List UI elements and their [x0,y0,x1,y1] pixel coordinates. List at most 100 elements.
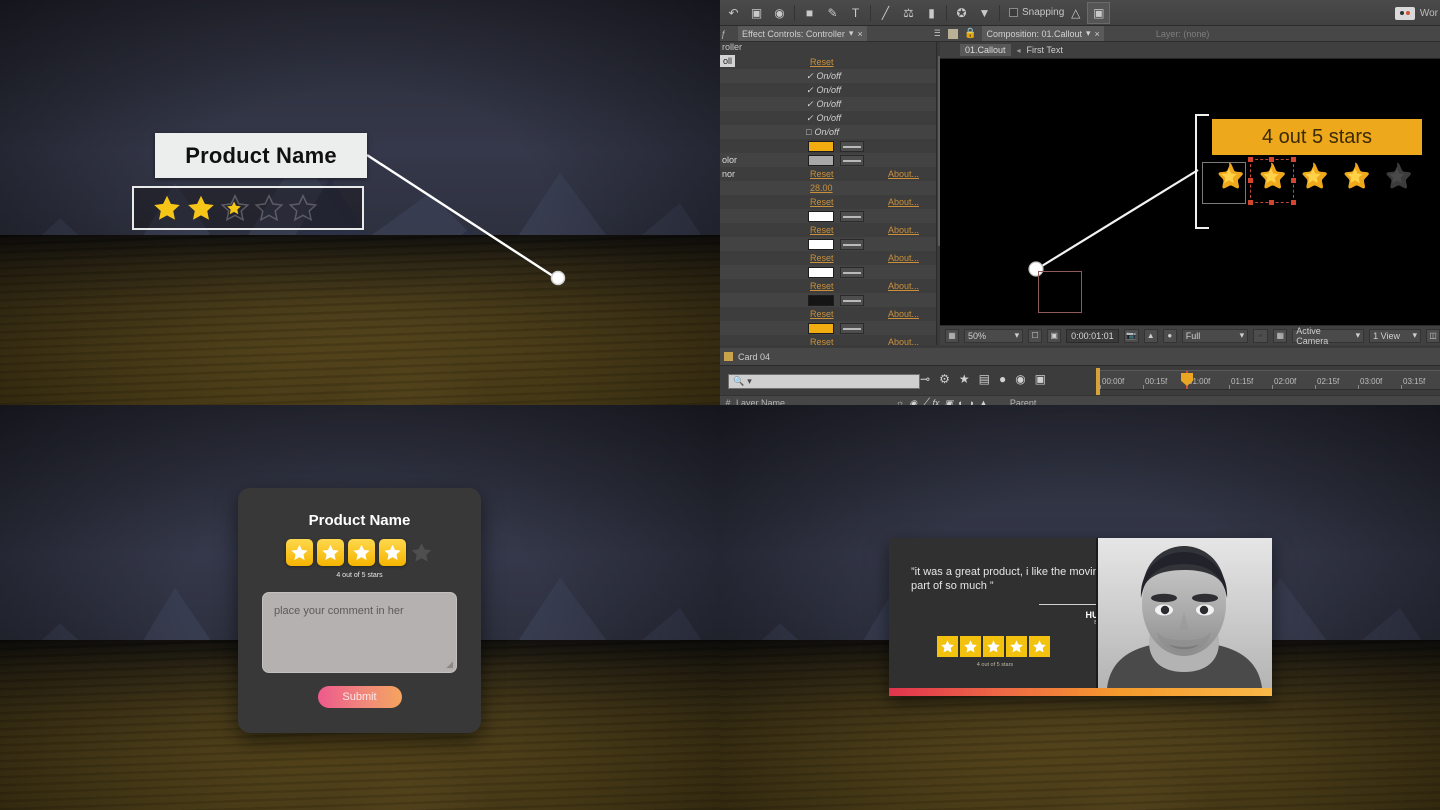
resolution-select[interactable]: Full ▾ [1181,328,1249,343]
composition-viewer[interactable]: 4 out 5 stars [940,59,1440,325]
grid-icon[interactable]: ▦ [945,328,959,343]
snapping-control[interactable]: Snapping [1009,7,1064,18]
submit-button[interactable]: Submit [317,686,402,708]
lock-icon[interactable]: 🔒 [964,28,976,39]
effect-row[interactable]: ✓ On/off [720,111,947,125]
puppet-pin-icon[interactable]: ▼ [973,2,996,24]
close-icon[interactable]: × [857,29,862,39]
eyedropper-icon[interactable] [840,294,864,306]
timeline-panel[interactable]: 🔍 ▾ ⊸ ⚙ ★ ▤ ● ◉ ▣ 00:00f 00:15f 01:00f 01:1… [720,366,1440,405]
shape-tool-icon[interactable]: ■ [798,2,821,24]
clone-stamp-icon[interactable]: ⚖ [897,2,920,24]
close-icon[interactable]: × [1095,29,1100,39]
motion-blur-icon[interactable]: ● [999,372,1006,386]
channels-icon[interactable]: ● [1162,328,1177,343]
reset-link[interactable]: Reset [810,281,834,291]
tab-effect-controls[interactable]: Effect Controls: Controller ▾ × [738,26,867,41]
comment-textarea[interactable]: place your comment in her ◢ [262,592,457,673]
effect-row[interactable] [720,293,947,307]
composition-mini-flowchart-icon[interactable]: ⊸ [920,372,930,386]
color-swatch[interactable] [808,294,834,306]
solo-icon[interactable]: ╱ [922,398,927,406]
chevron-down-icon[interactable]: ▾ [1240,330,1245,341]
effect-row[interactable]: ✓ On/off [720,97,947,111]
effect-row[interactable]: Reset About... [720,279,947,293]
transparency-grid-icon[interactable]: ▦ [1273,328,1288,343]
color-swatch[interactable] [808,266,834,278]
star-filled[interactable] [317,539,344,566]
reset-link[interactable]: Reset [810,253,834,263]
toggle-mask-icon[interactable]: ◾ [1253,328,1269,343]
effect-row[interactable]: □ On/off [720,125,947,139]
adjust-icon[interactable]: ◑ [969,398,974,406]
3d-icon[interactable]: ▲ [979,398,988,406]
current-time-indicator[interactable] [1181,371,1193,389]
effect-row[interactable] [720,209,947,223]
color-swatch[interactable] [808,238,834,250]
layout-icon[interactable]: ◫ [1425,328,1440,343]
review-star-rating[interactable] [238,539,481,566]
eyedropper-icon[interactable] [840,154,864,166]
color-swatch[interactable] [808,154,834,166]
snapping-checkbox[interactable] [1009,8,1018,17]
timeline-ruler[interactable]: 00:00f 00:15f 01:00f 01:15f 02:00f 02:15f 03:0… [1096,370,1440,390]
onoff-toggle[interactable]: ✓ On/off [806,85,841,96]
current-timecode[interactable]: 0:00:01:01 [1066,328,1119,343]
chevron-down-icon[interactable]: ▾ [1356,330,1361,341]
effect-row[interactable] [720,321,947,335]
numeric-value[interactable]: 28.00 [810,183,833,193]
timeline-tab-label[interactable]: Card 04 [738,352,770,362]
reset-link[interactable]: Reset [810,197,834,207]
effect-row[interactable]: Reset About... [720,307,947,321]
fx-icon[interactable]: fx [933,398,940,406]
show-snapshot-icon[interactable]: ▲ [1143,328,1158,343]
star-filled[interactable] [348,539,375,566]
color-swatch[interactable] [808,322,834,334]
effect-row[interactable]: Reset [720,55,947,69]
region-of-interest-icon[interactable]: ☐ [1028,328,1043,343]
chevron-down-icon[interactable]: ▾ [747,376,752,387]
about-link[interactable]: About... [888,309,919,319]
star-filled[interactable] [286,539,313,566]
color-swatch[interactable] [808,210,834,222]
camera-icon[interactable]: 📷 [1123,328,1139,343]
camera-tool-icon[interactable]: ▣ [745,2,768,24]
brainstorm-icon[interactable]: ▣ [1035,372,1046,386]
about-link[interactable]: About... [888,253,919,263]
chevron-down-icon[interactable]: ▾ [1015,330,1020,341]
camera-select[interactable]: Active Camera ▾ [1292,326,1365,346]
effect-row[interactable]: Reset About... [720,223,947,237]
zoom-select[interactable]: 50% ▾ [964,328,1024,343]
roto-brush-icon[interactable]: ✪ [950,2,973,24]
onoff-toggle[interactable]: ✓ On/off [806,113,841,124]
star-empty[interactable] [410,541,433,564]
effect-row[interactable] [720,237,947,251]
effect-row[interactable]: Reset About... [720,195,947,209]
color-swatch[interactable] [808,140,834,152]
effect-row[interactable]: ✓ On/off [720,83,947,97]
reset-link[interactable]: Reset [810,337,834,345]
breadcrumb-comp[interactable]: 01.Callout [960,44,1011,56]
undo-icon[interactable]: ↶ [722,2,745,24]
eyedropper-icon[interactable] [840,210,864,222]
resize-grip-icon[interactable]: ◢ [446,659,453,670]
reset-link[interactable]: Reset [810,225,834,235]
tab-composition[interactable]: Composition: 01.Callout ▾ × [982,26,1104,41]
effect-row[interactable]: Reset About... [720,251,947,265]
eraser-icon[interactable]: ▮ [920,2,943,24]
eyedropper-icon[interactable] [840,266,864,278]
type-tool-icon[interactable]: T [844,2,867,24]
effect-controls-panel[interactable]: roller Reset ✓ On/off ✓ On/off ✓ On/off ✓ On/off… [720,42,948,345]
effect-name-chip[interactable]: oll [720,55,736,67]
frame-blending-icon[interactable]: ▤ [979,372,990,386]
views-select[interactable]: 1 View ▾ [1369,328,1421,343]
viewer-anchor-box[interactable] [1038,271,1082,313]
graph-editor-icon[interactable]: ◉ [1015,372,1025,386]
reset-link[interactable]: Reset [810,169,834,179]
motionblur-icon[interactable]: ◐ [958,398,963,406]
effect-row[interactable]: ✓ On/off [720,69,947,83]
about-link[interactable]: About... [888,169,919,179]
effect-row[interactable] [720,265,947,279]
effect-row[interactable] [720,139,947,153]
effect-row[interactable]: Reset About... [720,335,947,345]
